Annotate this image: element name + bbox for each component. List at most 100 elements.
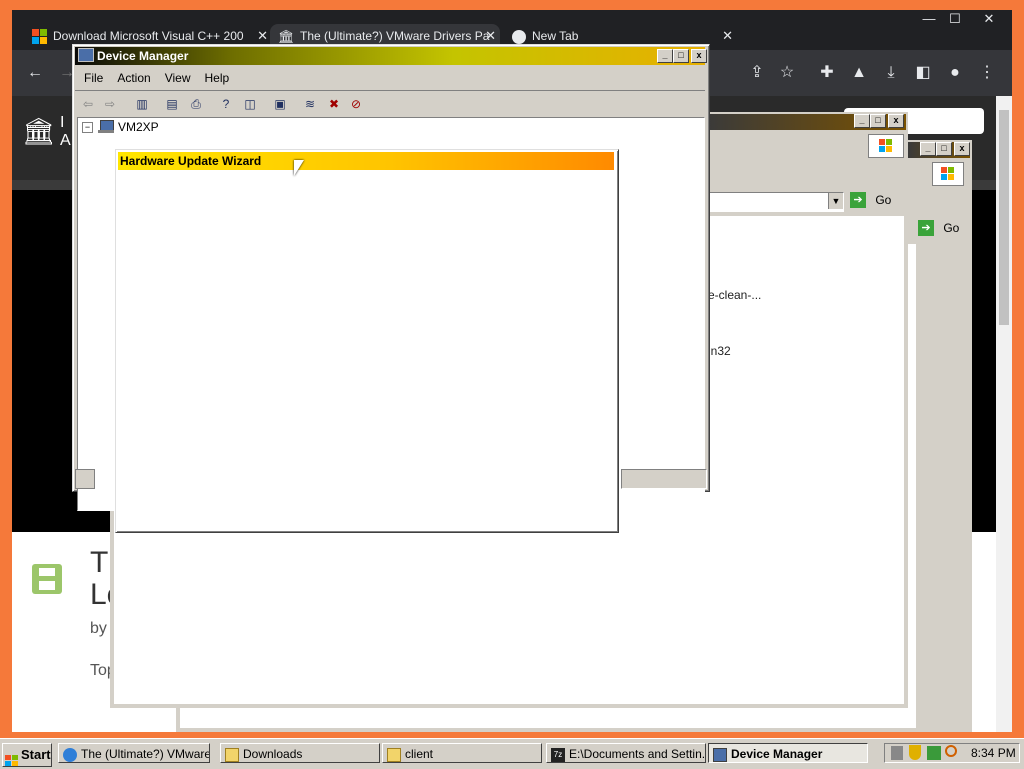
properties-icon[interactable]: ▤ (163, 95, 181, 113)
mouse-cursor-icon (294, 160, 304, 176)
microsoft-logo-icon (32, 29, 47, 45)
folder-icon (387, 747, 401, 762)
tree-root-label[interactable]: VM2XP (118, 120, 159, 134)
go-button[interactable]: ➔ Go (918, 220, 968, 240)
hardware-update-wizard-window: Hardware Update Wizard (115, 149, 619, 533)
taskbar: Start The (Ultimate?) VMware ... Downloa… (0, 738, 1024, 769)
menu-action[interactable]: Action (110, 68, 157, 88)
item-title-fragment: T (90, 546, 109, 579)
save-floppy-icon (32, 564, 62, 594)
collapse-icon[interactable]: − (82, 122, 93, 133)
minimize-button[interactable]: _ (920, 142, 936, 156)
7zip-icon: 7z (551, 747, 565, 762)
extensions-puzzle-icon[interactable]: ✚ (816, 62, 838, 84)
labs-flask-icon[interactable]: ▲ (848, 62, 870, 84)
globe-icon (512, 29, 526, 44)
archive-logo-icon: 🏛 (22, 116, 56, 146)
close-button[interactable]: x (888, 114, 904, 128)
go-label: Go (875, 193, 892, 207)
system-tray: 8:34 PM (884, 743, 1020, 763)
byline-fragment: by (90, 620, 107, 637)
chevron-down-icon[interactable]: ▼ (828, 193, 843, 209)
maximize-button[interactable]: □ (673, 49, 689, 63)
task-client[interactable]: client (382, 743, 542, 763)
window-title: Device Manager (97, 49, 189, 63)
go-label: Go (943, 221, 960, 235)
security-shield-icon[interactable] (909, 745, 921, 760)
menu-kebab-icon[interactable]: ⋮ (976, 62, 998, 84)
download-icon[interactable]: ⤓ (880, 62, 902, 84)
side-panel-icon[interactable]: ◧ (912, 62, 934, 84)
scan-hardware-icon[interactable]: ▣ (271, 95, 289, 113)
search-icon[interactable] (945, 745, 957, 757)
maximize-button[interactable]: □ (936, 142, 952, 156)
close-button[interactable]: x (691, 49, 707, 63)
folder-icon (225, 747, 239, 762)
close-button[interactable]: x (954, 142, 970, 156)
window-titlebar[interactable]: Device Manager _ □ x (75, 47, 707, 65)
view-icon[interactable]: ◫ (241, 95, 259, 113)
task-label: client (405, 747, 434, 761)
computer-icon (713, 747, 727, 762)
site-name-fragment: I (60, 114, 65, 131)
tab-label: The (Ultimate?) VMware Drivers Pa (300, 29, 490, 43)
show-hide-tree-icon[interactable]: ▥ (133, 95, 151, 113)
divider (75, 90, 705, 91)
menu-file[interactable]: File (77, 68, 110, 88)
task-device-manager[interactable]: Device Manager (708, 743, 868, 763)
go-button[interactable]: ➔ Go (850, 192, 906, 212)
back-arrow-icon[interactable]: ⇦ (79, 95, 97, 113)
start-label: Start (21, 747, 51, 762)
go-arrow-icon: ➔ (850, 192, 866, 208)
wizard-title[interactable]: Hardware Update Wizard (118, 152, 614, 170)
uninstall-icon[interactable]: ✖ (325, 95, 343, 113)
status-pane (621, 469, 707, 489)
scrollbar-thumb[interactable] (999, 110, 1009, 325)
task-label: Device Manager (731, 747, 823, 761)
forward-arrow-icon[interactable]: ⇨ (101, 95, 119, 113)
tab-label: Download Microsoft Visual C++ 200 (53, 29, 244, 43)
toolbar: ⇦ ⇨ ▥ ▤ ⎙ ? ◫ ▣ ≋ ✖ ⊘ (73, 93, 705, 117)
address-combo[interactable]: ▼ (706, 192, 844, 212)
minimize-button[interactable]: _ (854, 114, 870, 128)
minimize-button[interactable]: _ (657, 49, 673, 63)
profile-avatar-icon[interactable]: ● (944, 62, 966, 84)
tab-label: New Tab (532, 29, 579, 43)
close-icon[interactable]: ✕ (722, 24, 733, 48)
network-icon[interactable] (891, 746, 903, 760)
help-icon[interactable]: ? (217, 95, 235, 113)
task-label: Downloads (243, 747, 303, 761)
print-icon[interactable]: ⎙ (187, 95, 205, 113)
update-driver-icon[interactable]: ≋ (301, 95, 319, 113)
share-icon[interactable]: ⇪ (746, 62, 768, 84)
site-name-fragment: A (60, 132, 71, 149)
go-arrow-icon: ➔ (918, 220, 934, 236)
maximize-icon[interactable]: ☐ (940, 10, 970, 28)
task-label: The (Ultimate?) VMware ... (81, 747, 210, 761)
computer-icon (78, 48, 94, 62)
task-downloads[interactable]: Downloads (220, 743, 380, 763)
browser-icon (63, 747, 77, 762)
windows-flag-icon (868, 134, 904, 158)
computer-icon (98, 120, 114, 134)
task-vmware[interactable]: The (Ultimate?) VMware ... (58, 743, 210, 763)
back-arrow-icon[interactable]: ← (24, 62, 46, 84)
vmware-tools-icon[interactable] (927, 746, 941, 760)
menu-view[interactable]: View (158, 68, 198, 88)
start-button[interactable]: Start (2, 743, 52, 767)
task-label: E:\Documents and Settin... (569, 747, 706, 761)
star-icon[interactable]: ☆ (776, 62, 798, 84)
link-text-fragment[interactable]: e-clean-... (708, 288, 761, 302)
menu-bar: File Action View Help (77, 68, 236, 88)
windows-flag-icon (932, 162, 964, 186)
archive-building-icon: 🏛 (278, 28, 295, 44)
status-pane (75, 469, 95, 489)
clock[interactable]: 8:34 PM (971, 746, 1016, 760)
close-icon[interactable]: ✕ (974, 10, 1004, 28)
link-text-fragment[interactable]: in32 (708, 344, 731, 358)
menu-help[interactable]: Help (198, 68, 237, 88)
windows-flag-icon (5, 755, 18, 766)
maximize-button[interactable]: □ (870, 114, 886, 128)
disable-device-icon[interactable]: ⊘ (347, 95, 365, 113)
task-documents[interactable]: 7z E:\Documents and Settin... (546, 743, 706, 763)
